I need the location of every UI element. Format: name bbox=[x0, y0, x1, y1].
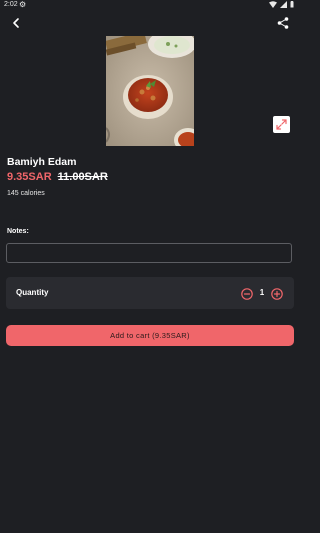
top-app-bar bbox=[0, 12, 300, 36]
notes-input[interactable] bbox=[6, 243, 292, 263]
decrease-quantity-button[interactable] bbox=[241, 287, 253, 300]
product-image bbox=[106, 36, 194, 146]
status-time: 2:02 bbox=[4, 1, 18, 8]
calories-text: 145 calories bbox=[7, 190, 45, 197]
share-button[interactable] bbox=[275, 15, 291, 31]
expand-icon bbox=[276, 119, 287, 130]
wifi-icon bbox=[269, 1, 277, 8]
add-to-cart-button[interactable]: Add to cart (9.35SAR) bbox=[6, 325, 294, 346]
quantity-card: Quantity 1 bbox=[6, 277, 294, 309]
notes-label: Notes: bbox=[7, 228, 29, 235]
price-row: 9.35SAR 11.00SAR bbox=[7, 171, 108, 183]
settings-gear-icon: ⚙ bbox=[19, 0, 27, 9]
current-price: 9.35SAR bbox=[7, 171, 52, 183]
arrow-left-icon bbox=[13, 18, 19, 28]
back-button[interactable] bbox=[8, 15, 24, 31]
product-name: Bamiyh Edam bbox=[7, 156, 77, 168]
quantity-label: Quantity bbox=[16, 288, 49, 297]
share-icon bbox=[277, 17, 289, 29]
status-indicators bbox=[269, 1, 294, 8]
increase-quantity-button[interactable] bbox=[271, 287, 283, 300]
plus-circle-icon bbox=[271, 288, 283, 300]
battery-icon bbox=[290, 1, 294, 8]
minus-circle-icon bbox=[241, 288, 253, 300]
original-price: 11.00SAR bbox=[57, 171, 108, 183]
status-bar: 2:02 ⚙ bbox=[0, 0, 300, 12]
signal-icon bbox=[280, 1, 287, 8]
expand-image-button[interactable] bbox=[273, 116, 290, 133]
quantity-value: 1 bbox=[259, 288, 265, 297]
